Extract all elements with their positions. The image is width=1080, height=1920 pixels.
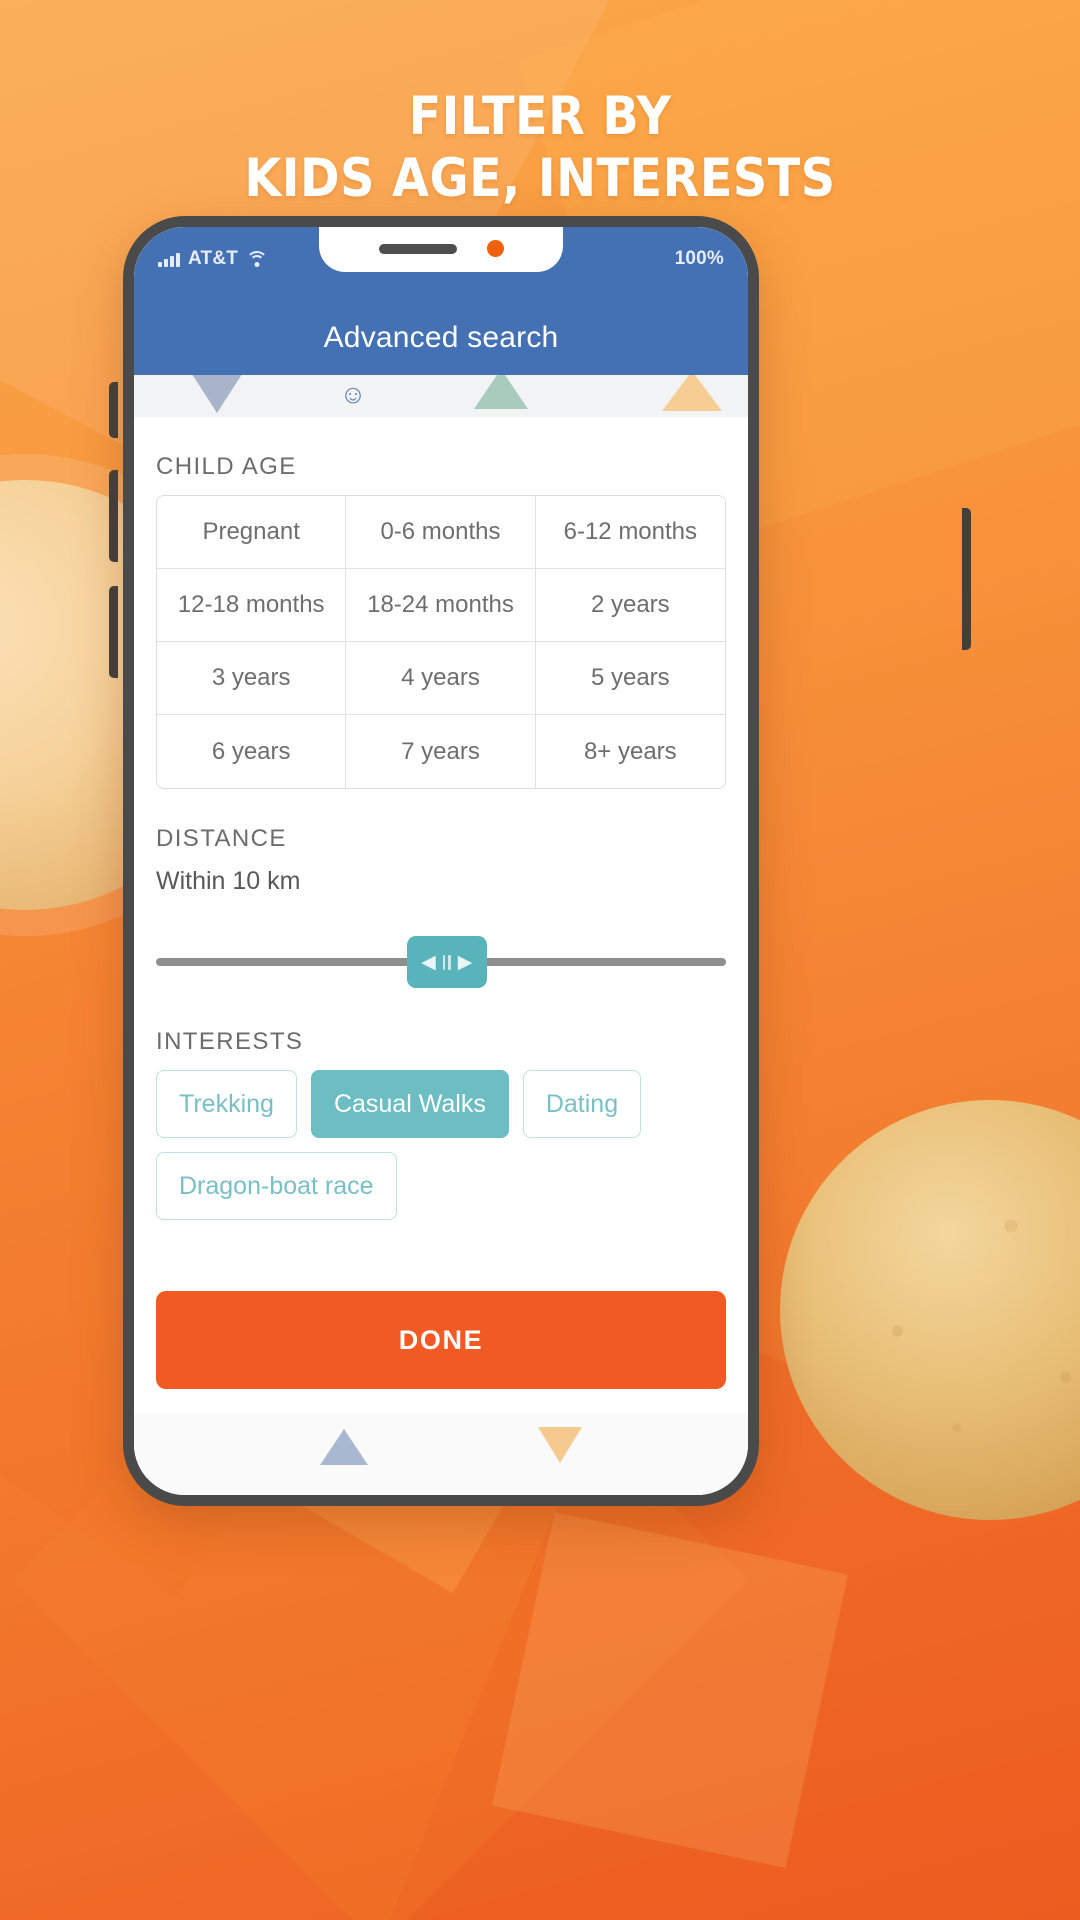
bottom-decorative-strip — [134, 1413, 748, 1495]
interest-chip-dragon-boat-race[interactable]: Dragon-boat race — [156, 1152, 397, 1220]
triangle-up-icon — [320, 1429, 368, 1465]
interest-chip-dating[interactable]: Dating — [522, 1070, 642, 1138]
signal-bars-icon — [158, 252, 180, 267]
triangle-down-icon — [538, 1427, 582, 1463]
age-option[interactable]: 3 years — [157, 642, 347, 715]
promo-headline: FILTER BY KIDS AGE, INTERESTS — [0, 86, 1080, 210]
distance-value: Within 10 km — [156, 867, 301, 895]
interest-chip-casual-walks[interactable]: Casual Walks — [310, 1070, 509, 1138]
age-option[interactable]: 6 years — [157, 715, 347, 788]
phone-volume-up-button[interactable] — [109, 470, 118, 562]
age-option[interactable]: 12-18 months — [157, 569, 347, 642]
triangle-up-icon — [474, 375, 528, 409]
distance-slider[interactable]: ◀ ▶ — [156, 930, 726, 992]
interests-label: INTERESTS — [156, 1028, 304, 1055]
battery-percentage-label: 100% — [674, 248, 724, 269]
child-age-label: CHILD AGE — [156, 453, 297, 480]
age-option[interactable]: 4 years — [346, 642, 536, 715]
age-option[interactable]: 8+ years — [535, 715, 725, 788]
triangle-down-icon — [190, 375, 244, 413]
age-option[interactable]: Pregnant — [157, 496, 347, 569]
face-icon: ☺ — [339, 379, 367, 409]
interest-chip-trekking[interactable]: Trekking — [156, 1070, 297, 1138]
phone-screen: AT&T 100% Advanced search ☺ CHILD AGE Pr… — [134, 227, 748, 1495]
phone-silent-switch[interactable] — [109, 382, 118, 438]
chevron-right-icon: ▶ — [457, 951, 473, 973]
slider-thumb[interactable]: ◀ ▶ — [406, 936, 487, 988]
headline-line-1: FILTER BY — [408, 86, 672, 147]
done-button[interactable]: DONE — [156, 1291, 726, 1389]
headline-line-2: KIDS AGE, INTERESTS — [244, 148, 836, 209]
age-option[interactable]: 18-24 months — [346, 569, 536, 642]
age-option[interactable]: 6-12 months — [535, 496, 725, 569]
decorative-strip: ☺ — [134, 375, 748, 417]
triangle-up-icon — [662, 375, 722, 411]
child-age-grid: Pregnant 0-6 months 6-12 months 12-18 mo… — [156, 495, 726, 789]
distance-label: DISTANCE — [156, 825, 287, 852]
page-title: Advanced search — [323, 321, 559, 354]
phone-notch — [319, 227, 563, 272]
phone-power-button[interactable] — [962, 508, 971, 650]
interests-chip-list: Trekking Casual Walks Dating Dragon-boat… — [156, 1070, 726, 1220]
age-option[interactable]: 0-6 months — [346, 496, 536, 569]
wifi-icon — [246, 251, 269, 267]
background-polygon — [492, 1512, 848, 1868]
speaker-grill-icon — [378, 243, 457, 254]
drag-grip-icon — [442, 954, 451, 970]
filter-content: CHILD AGE Pregnant 0-6 months 6-12 month… — [134, 417, 748, 1413]
app-bar: AT&T 100% Advanced search — [134, 227, 748, 375]
age-option[interactable]: 7 years — [346, 715, 536, 788]
front-camera-icon — [486, 240, 504, 257]
phone-volume-down-button[interactable] — [109, 586, 118, 678]
carrier-label: AT&T — [188, 248, 239, 269]
age-option[interactable]: 2 years — [535, 569, 725, 642]
chevron-left-icon: ◀ — [421, 951, 436, 973]
age-option[interactable]: 5 years — [535, 642, 725, 715]
phone-mockup: AT&T 100% Advanced search ☺ CHILD AGE Pr… — [123, 216, 759, 1506]
